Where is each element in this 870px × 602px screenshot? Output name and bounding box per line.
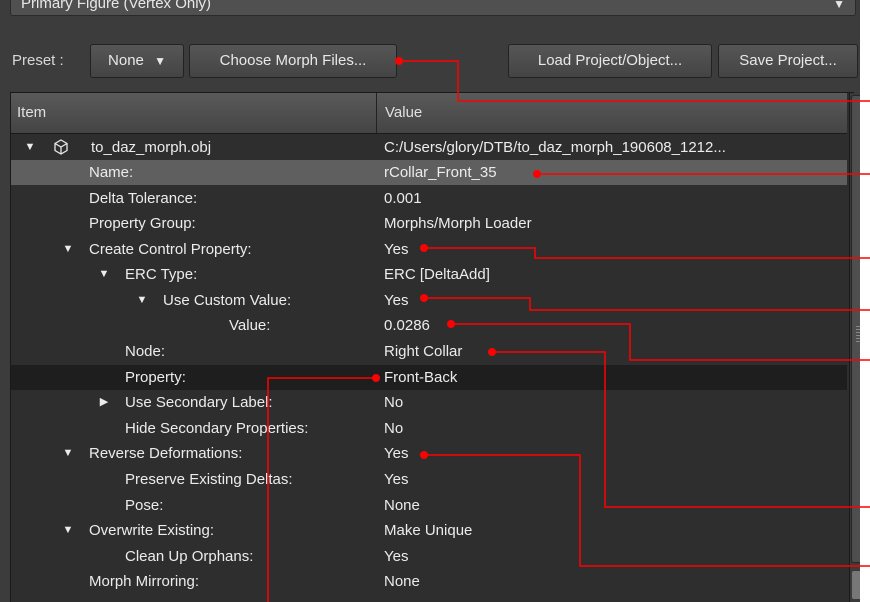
item-label: Pose: bbox=[125, 497, 164, 514]
item-value[interactable]: 0.0286 bbox=[384, 313, 430, 338]
figure-dropdown-value: Primary Figure (Vertex Only) bbox=[21, 0, 212, 12]
item-value[interactable]: ERC [DeltaAdd] bbox=[384, 262, 490, 287]
item-label: Property: bbox=[125, 369, 186, 386]
expand-triangle-icon[interactable]: ▼ bbox=[97, 262, 111, 287]
item-value[interactable]: Right Collar bbox=[384, 339, 462, 364]
chevron-down-icon: ▼ bbox=[154, 54, 166, 68]
item-label: Name: bbox=[89, 164, 134, 181]
chevron-down-icon: ▼ bbox=[833, 0, 845, 11]
expand-triangle-icon[interactable]: ▼ bbox=[23, 135, 37, 160]
item-label: Value: bbox=[229, 317, 271, 334]
item-label: Property Group: bbox=[89, 215, 196, 232]
morph-settings-tree: Item Value ▼ to_daz_morph.obj C:/Users/g… bbox=[10, 92, 860, 602]
item-value: C:/Users/glory/DTB/to_daz_morph_190608_1… bbox=[384, 139, 726, 156]
preset-label: Preset : bbox=[12, 52, 64, 69]
preset-value: None bbox=[108, 52, 144, 69]
morph-loader-dialog: Primary Figure (Vertex Only) ▼ Preset : … bbox=[0, 0, 860, 602]
item-label: Use Secondary Label: bbox=[125, 394, 273, 411]
tree-row-morph-mirroring[interactable]: Morph Mirroring: None bbox=[11, 569, 847, 594]
tree-row-pose[interactable]: Pose: None bbox=[11, 493, 847, 518]
tree-row-overwrite-existing[interactable]: ▼ Overwrite Existing: Make Unique bbox=[11, 518, 847, 543]
item-value[interactable]: Morphs/Morph Loader bbox=[384, 211, 532, 236]
tree-row-erc-type[interactable]: ▼ ERC Type: ERC [DeltaAdd] bbox=[11, 262, 847, 287]
item-label: Delta Tolerance: bbox=[89, 190, 198, 207]
item-value[interactable]: None bbox=[384, 493, 420, 518]
tree-row-use-secondary-label[interactable]: ▶ Use Secondary Label: No bbox=[11, 390, 847, 415]
item-value[interactable]: Make Unique bbox=[384, 518, 472, 543]
figure-dropdown[interactable]: Primary Figure (Vertex Only) ▼ bbox=[10, 0, 856, 16]
choose-morph-files-button[interactable]: Choose Morph Files... bbox=[189, 44, 397, 78]
item-value[interactable]: Yes bbox=[384, 467, 408, 492]
tree-row-reverse-deformations[interactable]: ▼ Reverse Deformations: Yes bbox=[11, 441, 847, 466]
tree-row-clean-up-orphans[interactable]: Clean Up Orphans: Yes bbox=[11, 544, 847, 569]
item-value[interactable]: Yes bbox=[384, 544, 408, 569]
item-label: Reverse Deformations: bbox=[89, 445, 243, 462]
item-value[interactable]: No bbox=[384, 390, 403, 415]
vertical-scrollbar[interactable] bbox=[849, 93, 860, 602]
load-project-button[interactable]: Load Project/Object... bbox=[508, 44, 712, 78]
tree-row-property[interactable]: Property: Front-Back bbox=[11, 365, 847, 390]
expand-triangle-icon[interactable]: ▼ bbox=[61, 237, 75, 262]
item-value[interactable]: Yes bbox=[384, 288, 408, 313]
item-label: Clean Up Orphans: bbox=[125, 548, 254, 565]
item-label: ERC Type: bbox=[125, 266, 198, 283]
collapse-triangle-icon[interactable]: ▶ bbox=[97, 390, 111, 415]
scrollbar-thumb[interactable] bbox=[851, 95, 860, 563]
tree-row-object[interactable]: ▼ to_daz_morph.obj C:/Users/glory/DTB/to… bbox=[11, 135, 847, 160]
item-value[interactable]: Yes bbox=[384, 441, 408, 466]
expand-triangle-icon[interactable]: ▼ bbox=[61, 518, 75, 543]
column-header-item[interactable]: Item bbox=[11, 93, 377, 133]
scroll-down-icon[interactable] bbox=[852, 571, 860, 599]
expand-triangle-icon[interactable]: ▼ bbox=[135, 288, 149, 313]
item-label: Overwrite Existing: bbox=[89, 522, 215, 539]
tree-row-create-control-property[interactable]: ▼ Create Control Property: Yes bbox=[11, 237, 847, 262]
column-header-value[interactable]: Value bbox=[379, 93, 847, 133]
save-project-button[interactable]: Save Project... bbox=[718, 44, 858, 78]
item-label: Use Custom Value: bbox=[163, 292, 292, 309]
tree-row-node[interactable]: Node: Right Collar bbox=[11, 339, 847, 364]
item-value[interactable]: 0.001 bbox=[384, 186, 422, 211]
item-value[interactable]: rCollar_Front_35 bbox=[384, 160, 497, 185]
item-value[interactable]: None bbox=[384, 569, 420, 594]
tree-row-delta-tolerance[interactable]: Delta Tolerance: 0.001 bbox=[11, 186, 847, 211]
tree-row-use-custom-value[interactable]: ▼ Use Custom Value: Yes bbox=[11, 288, 847, 313]
tree-row-preserve-existing-deltas[interactable]: Preserve Existing Deltas: Yes bbox=[11, 467, 847, 492]
tree-row-hide-secondary-properties[interactable]: Hide Secondary Properties: No bbox=[11, 416, 847, 441]
item-label: Create Control Property: bbox=[89, 241, 252, 258]
item-value[interactable]: No bbox=[384, 416, 403, 441]
item-value[interactable]: Yes bbox=[384, 237, 408, 262]
item-label: Node: bbox=[125, 343, 166, 360]
expand-triangle-icon[interactable]: ▼ bbox=[61, 441, 75, 466]
tree-row-property-group[interactable]: Property Group: Morphs/Morph Loader bbox=[11, 211, 847, 236]
item-label: Morph Mirroring: bbox=[89, 573, 200, 590]
item-label: to_daz_morph.obj bbox=[91, 139, 212, 156]
tree-row-name[interactable]: Name: rCollar_Front_35 bbox=[11, 160, 847, 185]
grip-icon bbox=[856, 326, 860, 342]
preset-dropdown[interactable]: None ▼ bbox=[90, 44, 184, 78]
item-label: Preserve Existing Deltas: bbox=[125, 471, 293, 488]
tree-row-value[interactable]: Value: 0.0286 bbox=[11, 313, 847, 338]
tree-header: Item Value bbox=[11, 93, 847, 134]
item-label: Hide Secondary Properties: bbox=[125, 420, 309, 437]
item-value[interactable]: Front-Back bbox=[384, 365, 457, 390]
cube-icon bbox=[54, 139, 68, 155]
